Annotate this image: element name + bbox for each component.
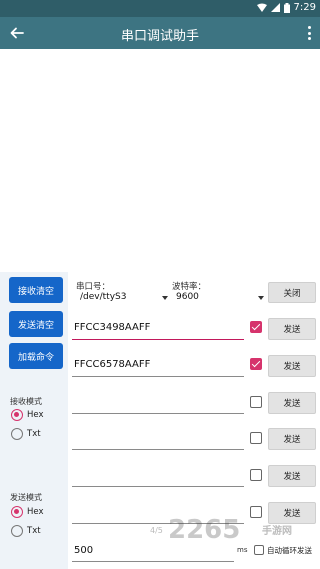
wifi-icon (256, 3, 267, 12)
page-title: 串口调试助手 (120, 29, 199, 44)
command-enable-checkbox-1[interactable] (250, 321, 262, 333)
clear-receive-button[interactable]: 接收清空 (9, 277, 63, 303)
signal-icon (270, 3, 280, 12)
clear-send-button[interactable]: 发送清空 (9, 311, 63, 337)
battery-icon (283, 2, 290, 13)
page-indicator: 4/5 (150, 526, 163, 535)
command-input-3[interactable] (72, 392, 244, 414)
port-select[interactable]: /dev/ttyS3 (80, 292, 126, 302)
auto-send-label: 自动循环发送 (267, 546, 312, 555)
watermark-subtitle: 手游网 (262, 526, 292, 537)
radio-label: Hex (27, 507, 44, 517)
send-button-4[interactable]: 发送 (268, 428, 316, 450)
radio-label: Txt (27, 429, 41, 439)
app-screen: 7:29 串口调试助手 接收清空 发送清空 加载命令 接收模式 Hex Txt … (0, 0, 320, 569)
status-bar: 7:29 (0, 0, 320, 17)
app-bar: 串口调试助手 (0, 17, 320, 49)
baud-dropdown-icon[interactable] (258, 296, 264, 300)
baud-select[interactable]: 9600 (176, 292, 199, 302)
command-enable-checkbox-6[interactable] (250, 506, 262, 518)
load-command-button[interactable]: 加载命令 (9, 343, 63, 369)
command-enable-checkbox-2[interactable] (250, 358, 262, 370)
baud-label: 波特率： (172, 282, 207, 292)
radio-label: Txt (27, 526, 41, 536)
status-time: 7:29 (293, 2, 316, 13)
watermark-logo: 2265 (168, 515, 241, 545)
command-enable-checkbox-5[interactable] (250, 469, 262, 481)
command-input-2[interactable]: FFCC6578AAFF (72, 355, 244, 377)
send-button-6[interactable]: 发送 (268, 502, 316, 524)
send-mode-label: 发送模式 (10, 493, 42, 502)
auto-send-checkbox[interactable] (254, 545, 264, 555)
radio-checked-icon (11, 409, 23, 421)
send-button-5[interactable]: 发送 (268, 465, 316, 487)
interval-unit-label: ms (237, 546, 248, 554)
radio-unchecked-icon (11, 428, 23, 440)
radio-checked-icon (11, 506, 23, 518)
send-button-1[interactable]: 发送 (268, 318, 316, 340)
receive-mode-label: 接收模式 (10, 397, 42, 406)
send-mode-hex-radio[interactable]: Hex (11, 506, 44, 518)
port-label: 串口号： (76, 282, 111, 292)
send-interval-input[interactable]: 500 (72, 542, 234, 562)
command-input-1[interactable]: FFCC3498AAFF (72, 318, 244, 340)
send-button-2[interactable]: 发送 (268, 355, 316, 377)
send-mode-txt-radio[interactable]: Txt (11, 525, 41, 537)
command-enable-checkbox-4[interactable] (250, 432, 262, 444)
command-input-5[interactable] (72, 465, 244, 487)
receive-mode-txt-radio[interactable]: Txt (11, 428, 41, 440)
command-input-4[interactable] (72, 428, 244, 450)
radio-unchecked-icon (11, 525, 23, 537)
close-port-button[interactable]: 关闭 (268, 282, 316, 303)
radio-label: Hex (27, 410, 44, 420)
receive-mode-hex-radio[interactable]: Hex (11, 409, 44, 421)
port-dropdown-icon[interactable] (162, 296, 168, 300)
command-enable-checkbox-3[interactable] (250, 396, 262, 408)
send-button-3[interactable]: 发送 (268, 392, 316, 414)
more-vert-icon[interactable] (308, 26, 312, 40)
status-icons: 7:29 (256, 2, 316, 13)
